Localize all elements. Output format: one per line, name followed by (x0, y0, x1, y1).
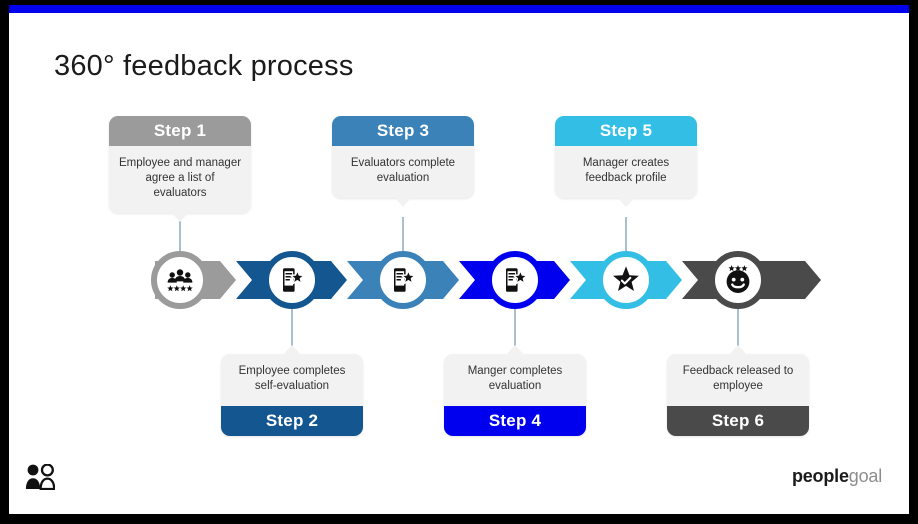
callout-pointer (617, 197, 635, 207)
peoplegoal-logo: peoplegoal (792, 466, 882, 487)
star-check-icon (613, 266, 639, 291)
smiley-rating-stars-icon (726, 265, 750, 293)
step-description: Employee completes self-evaluation (221, 354, 363, 406)
step-description: Manager creates feedback profile (555, 146, 697, 198)
mobile-review-star-icon (506, 268, 529, 292)
slide-frame: 360° feedback process Step 1 Employee and… (0, 0, 918, 524)
process-node-4[interactable] (486, 251, 544, 309)
callout-pointer (283, 345, 301, 355)
slide-canvas: 360° feedback process Step 1 Employee and… (9, 5, 909, 514)
step-description: Evaluators complete evaluation (332, 146, 474, 198)
mobile-review-star-icon (283, 268, 306, 292)
step-label: Step 1 (109, 116, 251, 146)
process-node-2[interactable] (263, 251, 321, 309)
page-title: 360° feedback process (54, 50, 354, 82)
step-description: Manger completes evaluation (444, 354, 586, 406)
step-callout-1[interactable]: Step 1 Employee and manager agree a list … (109, 116, 251, 222)
brand-name-light: goal (848, 466, 882, 486)
step-description: Employee and manager agree a list of eva… (109, 146, 251, 213)
process-node-3[interactable] (374, 251, 432, 309)
people-group-stars-icon (167, 269, 193, 292)
brand-name-bold: people (791, 466, 849, 486)
process-arrow-band (155, 261, 821, 299)
mobile-review-star-icon (394, 268, 417, 292)
step-label: Step 3 (332, 116, 474, 146)
step-callout-3[interactable]: Step 3 Evaluators complete evaluation (332, 116, 474, 207)
step-label: Step 4 (444, 406, 586, 436)
step-label: Step 5 (555, 116, 697, 146)
callout-pointer (729, 345, 747, 355)
accent-bar (9, 5, 909, 13)
step-callout-2[interactable]: Employee completes self-evaluation Step 2 (221, 345, 363, 436)
callout-pointer (506, 345, 524, 355)
process-node-6[interactable] (709, 251, 767, 309)
callout-pointer (171, 212, 189, 222)
step-callout-4[interactable]: Manger completes evaluation Step 4 (444, 345, 586, 436)
two-people-icon (25, 464, 55, 490)
callout-pointer (394, 197, 412, 207)
step-label: Step 2 (221, 406, 363, 436)
step-callout-5[interactable]: Step 5 Manager creates feedback profile (555, 116, 697, 207)
step-label: Step 6 (667, 406, 809, 436)
process-node-5[interactable] (597, 251, 655, 309)
step-description: Feedback released to employee (667, 354, 809, 406)
process-node-1[interactable] (151, 251, 209, 309)
step-callout-6[interactable]: Feedback released to employee Step 6 (667, 345, 809, 436)
